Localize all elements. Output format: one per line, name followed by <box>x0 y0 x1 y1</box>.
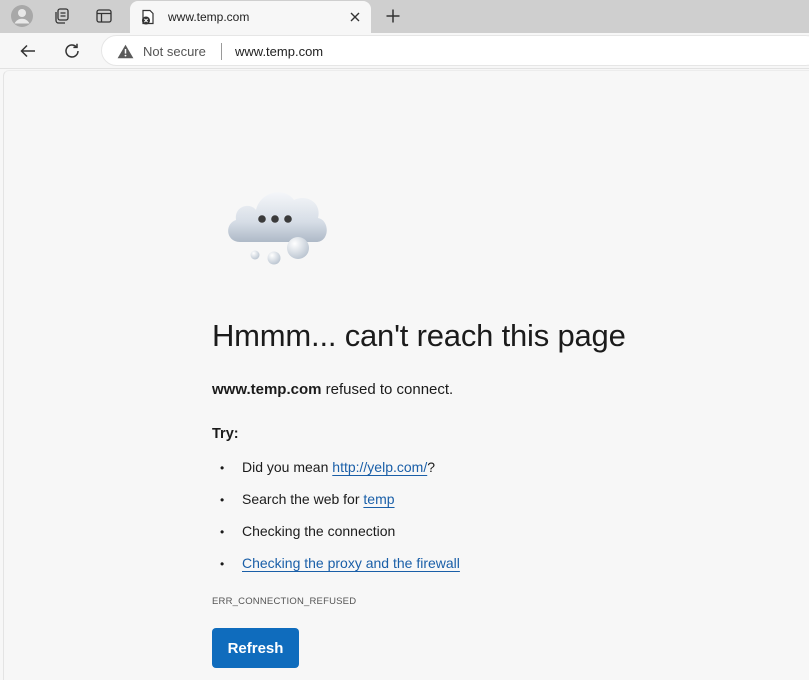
suggestion-item: • Checking the proxy and the firewall <box>220 555 460 571</box>
new-tab-button[interactable] <box>380 4 406 28</box>
refused-host: www.temp.com <box>212 381 322 398</box>
bullet: • <box>220 493 225 507</box>
error-headline: Hmmm... can't reach this page <box>212 318 626 353</box>
address-bar[interactable]: Not secure www.temp.com <box>101 35 809 66</box>
error-page-favicon-icon <box>142 9 154 25</box>
active-tab[interactable]: www.temp.com <box>130 1 371 33</box>
reload-button[interactable] <box>58 38 86 64</box>
security-status-label[interactable]: Not secure <box>143 44 206 59</box>
profile-button[interactable] <box>8 4 36 28</box>
workspaces-button[interactable] <box>48 4 76 28</box>
address-separator <box>221 43 222 60</box>
address-url[interactable]: www.temp.com <box>235 44 323 59</box>
suggestion-link-proxy-firewall[interactable]: Checking the proxy and the firewall <box>242 555 460 571</box>
suggestion-link-yelp[interactable]: http://yelp.com/ <box>332 459 427 475</box>
bullet: • <box>220 557 225 571</box>
back-arrow-icon <box>20 44 35 58</box>
profile-icon <box>11 5 33 27</box>
cloud-error-icon <box>228 192 327 265</box>
workspaces-icon <box>55 8 69 24</box>
suggestion-suffix: ? <box>427 459 436 475</box>
suggestion-item: • Search the web for temp <box>220 491 395 507</box>
plus-icon <box>386 9 400 23</box>
close-icon[interactable] <box>347 9 363 25</box>
refused-message: www.temp.com refused to connect. <box>212 381 453 398</box>
back-button[interactable] <box>14 38 42 64</box>
refused-text: refused to connect. <box>321 381 454 398</box>
tab-strip: www.temp.com <box>0 0 809 33</box>
suggestion-item: • Checking the connection <box>220 523 395 539</box>
suggestion-text: Checking the connection <box>242 523 396 539</box>
refresh-button[interactable]: Refresh <box>212 628 299 668</box>
warning-triangle-icon[interactable] <box>117 44 134 59</box>
suggestion-text: Search the web for <box>242 491 364 507</box>
bullet: • <box>220 461 225 475</box>
suggestion-text: Did you mean <box>242 459 333 475</box>
vertical-tabs-icon <box>96 9 112 23</box>
tab-title: www.temp.com <box>168 10 250 24</box>
suggestion-link-search[interactable]: temp <box>363 491 394 507</box>
error-code: ERR_CONNECTION_REFUSED <box>212 596 357 607</box>
page-content <box>3 70 809 680</box>
tab-actions-button[interactable] <box>90 4 118 28</box>
reload-icon <box>65 43 79 58</box>
bullet: • <box>220 525 225 539</box>
navigation-toolbar: Not secure www.temp.com <box>0 33 809 69</box>
try-label: Try: <box>212 426 239 442</box>
suggestion-item: • Did you mean http://yelp.com/? <box>220 459 435 475</box>
